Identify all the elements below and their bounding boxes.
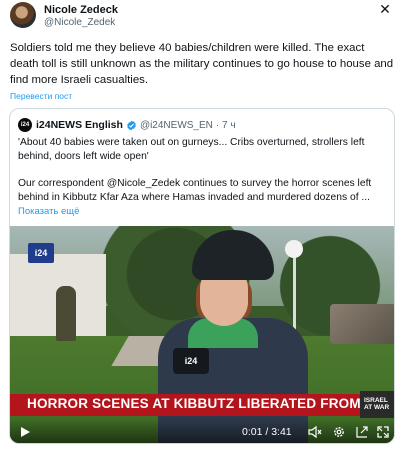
author-name[interactable]: Nicole Zedeck [44,4,118,16]
avatar[interactable] [10,2,36,28]
pip-icon[interactable] [355,425,369,439]
quoted-text-body: Our correspondent @Nicole_Zedek continue… [18,177,388,204]
video-player[interactable]: i24 i24 HORROR SCENES AT KIBBUTZ LIBERAT… [10,226,395,443]
quoted-text-body-line1: Our correspondent @Nicole_Zedek continue… [18,178,372,189]
news-banner-badge-line2: AT WAR [364,404,390,411]
volume-icon[interactable] [308,425,322,439]
news-banner-text: HORROR SCENES AT KIBBUTZ LIBERATED FROM … [27,396,395,411]
quoted-author-name[interactable]: i24NEWS English [36,119,123,131]
author-handle[interactable]: @Nicole_Zedek [44,17,115,28]
video-scene-soldier [56,286,76,341]
quoted-text-headline: 'About 40 babies were taken out on gurne… [18,137,365,162]
news-banner: HORROR SCENES AT KIBBUTZ LIBERATED FROM … [10,391,395,418]
video-time: 0:01 / 3:41 [242,426,292,438]
quoted-text-body-line2: behind in Kibbutz Kfar Aza where Hamas i… [18,191,371,203]
quoted-post[interactable]: i24 i24NEWS English @i24NEWS_EN · 7 ч 'A… [9,108,395,444]
tweet-text: Soldiers told me they believe 40 babies/… [10,42,394,86]
tweet-header: Nicole Zedeck @Nicole_Zedek ✕ [10,2,394,34]
quoted-avatar[interactable]: i24 [18,118,32,132]
fullscreen-icon[interactable] [376,425,390,439]
news-banner-badge-line1: ISRAEL [364,397,388,404]
close-icon[interactable]: ✕ [378,2,392,16]
video-controls: 0:01 / 3:41 [10,418,394,443]
quoted-author-handle[interactable]: @i24NEWS_EN [140,120,213,131]
show-more-link[interactable]: Показать ещё [18,206,79,217]
settings-icon[interactable] [332,425,346,439]
video-scene-debris [330,304,394,344]
microphone: i24 [173,348,209,374]
verified-icon [127,120,136,130]
channel-logo: i24 [28,243,54,263]
video-scene-lamp [285,240,303,258]
quoted-post-time: · 7 ч [215,119,236,131]
quoted-post-header: i24 i24NEWS English @i24NEWS_EN · 7 ч [18,118,236,132]
translate-link[interactable]: Перевести пост [10,91,72,101]
news-banner-badge: ISRAEL AT WAR [360,391,394,418]
play-icon[interactable] [19,426,31,438]
